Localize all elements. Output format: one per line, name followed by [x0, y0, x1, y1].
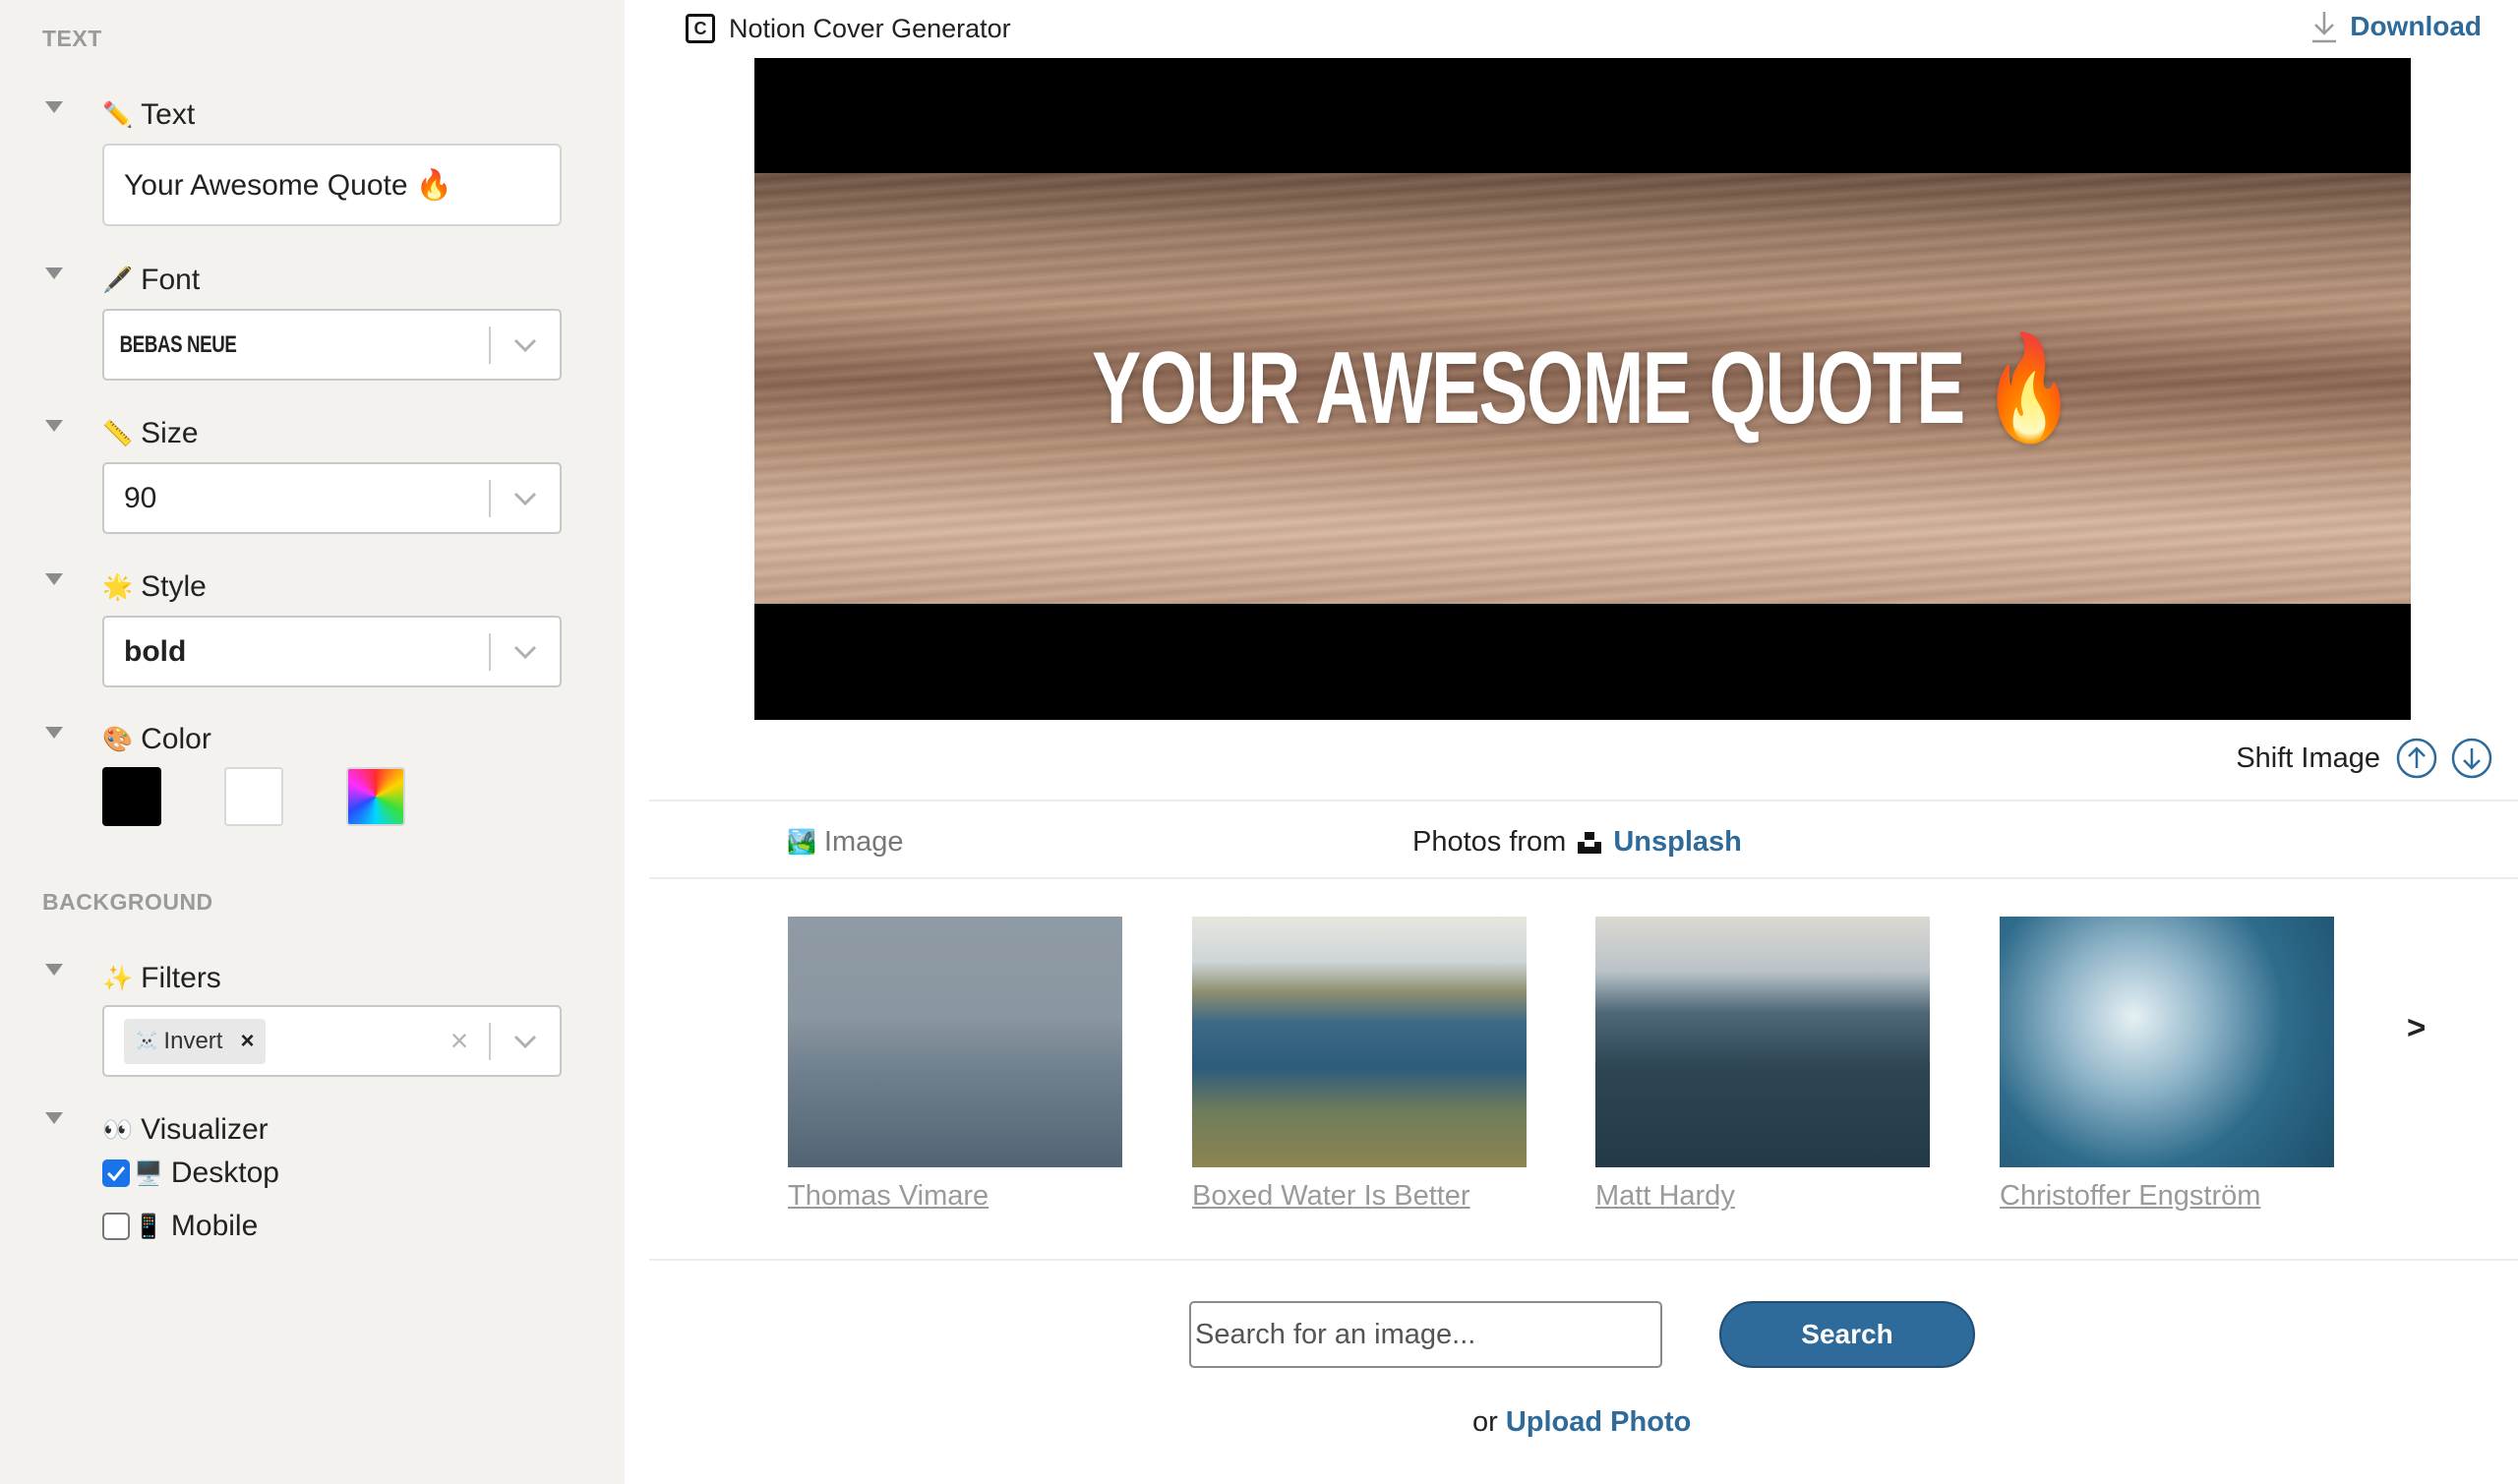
star-icon: 🌟	[102, 572, 134, 601]
text-input-value: Your Awesome Quote 🔥	[124, 168, 453, 202]
visualizer-label: Visualizer	[141, 1113, 269, 1146]
text-input[interactable]: Your Awesome Quote 🔥	[102, 144, 562, 226]
upload-prefix: or	[1472, 1406, 1506, 1438]
pen-icon: 🖋️	[102, 266, 134, 294]
background-section-title: BACKGROUND	[42, 889, 213, 915]
photo-thumbnail[interactable]	[1192, 917, 1527, 1167]
text-section-title: TEXT	[42, 26, 102, 51]
photo-thumbnail[interactable]	[788, 917, 1122, 1167]
remove-tag-icon[interactable]: ×	[240, 1028, 254, 1055]
mobile-phone-icon: 📱	[134, 1213, 163, 1240]
size-label: Size	[141, 417, 199, 449]
size-select[interactable]: 90	[102, 462, 562, 534]
photo-credit-link[interactable]: Boxed Water Is Better	[1192, 1180, 1470, 1213]
color-label: Color	[141, 723, 211, 755]
style-label: Style	[141, 570, 207, 603]
filters-label: Filters	[141, 962, 221, 994]
next-photos-button[interactable]: >	[2407, 1009, 2426, 1046]
eyes-icon: 👀	[102, 1115, 134, 1144]
image-tab-label: Image	[823, 826, 904, 858]
mobile-checkbox[interactable]	[102, 1213, 130, 1240]
shift-image-label: Shift Image	[2236, 742, 2380, 774]
cover-quote-text: YOUR AWESOME QUOTE 🔥	[1092, 330, 2074, 445]
photo-thumbnail[interactable]	[1595, 917, 1930, 1167]
desktop-checkbox[interactable]	[102, 1159, 130, 1187]
photos-from-label: Photos from	[1412, 826, 1567, 858]
search-placeholder: Search for an image...	[1195, 1318, 1476, 1350]
settings-sidebar: TEXT ✏️ Text Your Awesome Quote 🔥 🖋️ Fon…	[0, 0, 625, 1484]
chevron-down-icon[interactable]	[491, 464, 560, 532]
style-select-value: bold	[124, 634, 187, 668]
pencil-icon: ✏️	[102, 100, 134, 129]
font-field-label: 🖋️ Font	[102, 264, 200, 297]
palette-icon: 🎨	[102, 725, 134, 753]
search-button[interactable]: Search	[1719, 1301, 1975, 1368]
clear-filters-icon[interactable]: ×	[430, 1023, 489, 1059]
shift-down-icon[interactable]	[2451, 738, 2492, 779]
desktop-label: Desktop	[170, 1157, 279, 1189]
unsplash-link[interactable]: Unsplash	[1613, 826, 1742, 859]
ruler-icon: 📏	[102, 419, 134, 447]
size-collapse-caret[interactable]	[45, 420, 63, 432]
text-collapse-caret[interactable]	[45, 101, 63, 113]
skull-icon: ☠️	[136, 1031, 158, 1050]
filters-multiselect[interactable]: ☠️ Invert × ×	[102, 1005, 562, 1077]
sparkles-icon: ✨	[102, 964, 134, 992]
divider	[649, 800, 2518, 801]
color-collapse-caret[interactable]	[45, 727, 63, 739]
app-title: C Notion Cover Generator	[686, 10, 1011, 47]
mobile-option[interactable]: 📱 Mobile	[102, 1210, 258, 1243]
filter-tag-label: Invert	[163, 1027, 223, 1054]
style-collapse-caret[interactable]	[45, 573, 63, 585]
filter-tag-invert: ☠️ Invert ×	[124, 1018, 267, 1064]
chevron-down-icon[interactable]	[491, 311, 560, 379]
divider	[649, 1259, 2518, 1261]
download-label: Download	[2350, 11, 2482, 41]
color-field-label: 🎨 Color	[102, 723, 211, 756]
text-field-label: ✏️ Text	[102, 98, 195, 132]
filters-collapse-caret[interactable]	[45, 964, 63, 976]
size-field-label: 📏 Size	[102, 417, 199, 450]
font-select[interactable]: BEBAS NEUE	[102, 309, 562, 381]
photo-credit-link[interactable]: Thomas Vimare	[788, 1180, 989, 1213]
font-collapse-caret[interactable]	[45, 267, 63, 279]
mobile-label: Mobile	[170, 1210, 259, 1242]
divider	[649, 877, 2518, 879]
color-swatch-black[interactable]	[102, 767, 161, 826]
app-logo-icon: C	[686, 14, 715, 43]
shift-image-controls: Shift Image	[2236, 738, 2492, 779]
upload-photo-link[interactable]: Upload Photo	[1506, 1406, 1691, 1438]
photos-source: Photos from Unsplash	[1412, 826, 1742, 859]
color-swatch-white[interactable]	[224, 767, 283, 826]
font-select-value: BEBAS NEUE	[119, 330, 237, 358]
font-label: Font	[141, 264, 201, 296]
filters-field-label: ✨ Filters	[102, 962, 221, 995]
download-button[interactable]: Download	[2310, 10, 2482, 43]
unsplash-icon	[1578, 831, 1602, 854]
image-tab[interactable]: 🏞️ Image	[787, 826, 904, 859]
visualizer-collapse-caret[interactable]	[45, 1112, 63, 1124]
image-search-input[interactable]: Search for an image...	[1189, 1301, 1662, 1368]
chevron-down-icon[interactable]	[491, 1007, 560, 1075]
photo-credit-link[interactable]: Christoffer Engström	[2000, 1180, 2260, 1213]
photo-thumbnail[interactable]	[2000, 917, 2334, 1167]
cover-preview: YOUR AWESOME QUOTE 🔥	[754, 58, 2411, 720]
size-select-value: 90	[124, 481, 157, 514]
style-field-label: 🌟 Style	[102, 570, 207, 604]
color-picker-swatch[interactable]	[346, 767, 405, 826]
style-select[interactable]: bold	[102, 616, 562, 687]
visualizer-field-label: 👀 Visualizer	[102, 1113, 269, 1147]
photo-credit-link[interactable]: Matt Hardy	[1595, 1180, 1735, 1213]
landscape-icon: 🏞️	[787, 829, 816, 856]
text-label: Text	[141, 98, 196, 131]
app-title-text: Notion Cover Generator	[729, 13, 1011, 43]
download-icon	[2312, 12, 2337, 43]
shift-up-icon[interactable]	[2396, 738, 2437, 779]
desktop-option[interactable]: 🖥️ Desktop	[102, 1157, 279, 1190]
desktop-icon: 🖥️	[134, 1159, 163, 1187]
chevron-down-icon[interactable]	[491, 618, 560, 685]
upload-row: or Upload Photo	[1472, 1406, 1691, 1439]
